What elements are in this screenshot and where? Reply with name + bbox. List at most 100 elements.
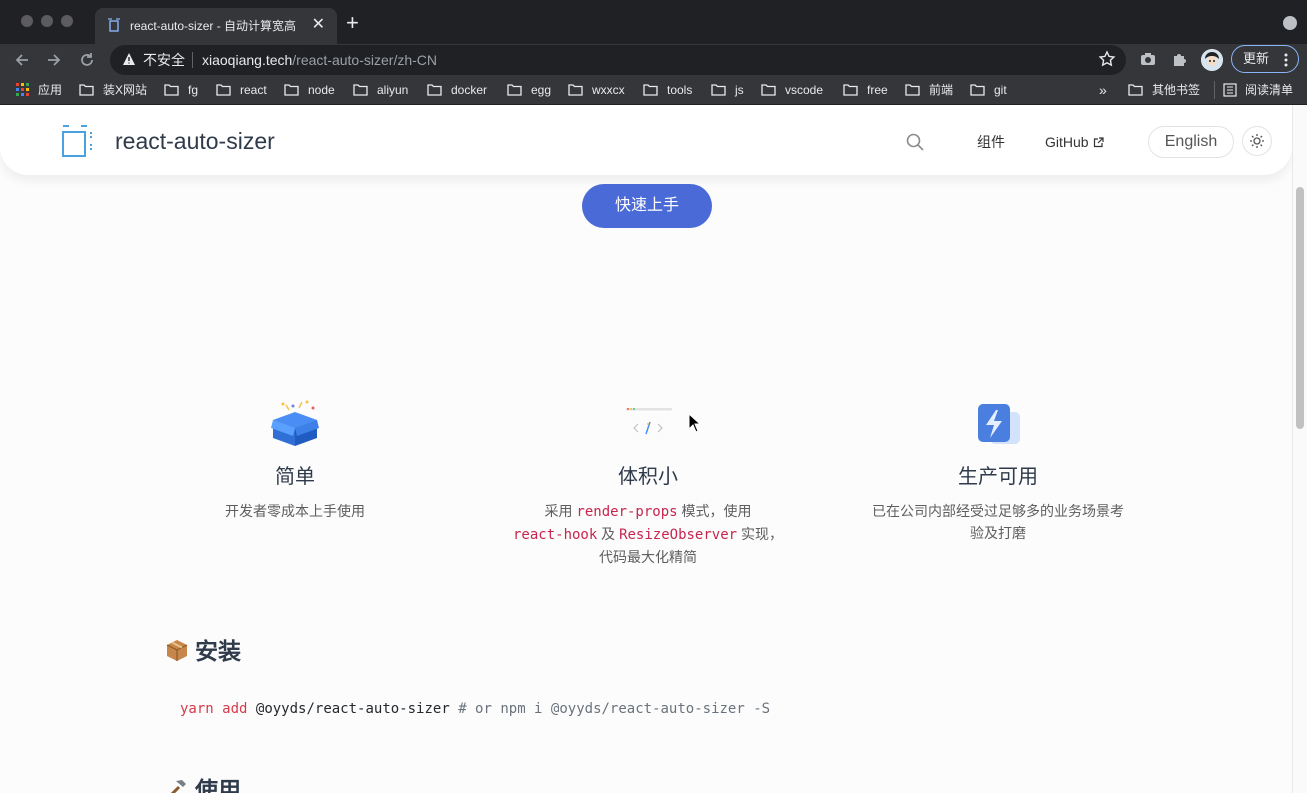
bookmark-label: free xyxy=(867,83,888,97)
install-heading-text: 安装 xyxy=(195,638,241,664)
feature-desc: 采用 render-props 模式，使用 react-hook 及 Resiz… xyxy=(508,500,788,568)
url-path: /react-auto-sizer/zh-CN xyxy=(292,52,437,68)
url-host: xiaoqiang.tech xyxy=(202,52,293,68)
page-content: react-auto-sizer 组件 GitHub English 快速上手 … xyxy=(0,105,1292,793)
page-scrollbar[interactable] xyxy=(1292,105,1307,793)
bookmark-label: 前端 xyxy=(929,83,954,97)
bookmark-label: 装X网站 xyxy=(103,83,148,97)
bookmark-label: docker xyxy=(451,83,488,97)
folder-icon xyxy=(905,84,920,96)
package-icon xyxy=(166,640,188,661)
code-window-icon xyxy=(626,408,672,435)
new-tab-button[interactable]: + xyxy=(346,12,359,34)
folder-icon xyxy=(164,84,179,96)
folder-icon xyxy=(643,84,658,96)
reload-icon[interactable] xyxy=(77,50,97,70)
address-bar[interactable]: 不安全 xiaoqiang.tech/react-auto-sizer/zh-C… xyxy=(110,45,1126,75)
update-label: 更新 xyxy=(1243,51,1270,66)
feature-desc: 已在公司内部经受过足够多的业务场景考验及打磨 xyxy=(872,503,1124,541)
bookmark-label: git xyxy=(994,83,1007,97)
avatar-icon xyxy=(1201,49,1223,71)
update-button[interactable]: 更新 xyxy=(1231,45,1299,73)
apps-grid-icon xyxy=(16,83,29,96)
bookmark-label: egg xyxy=(531,83,552,97)
theme-toggle-button[interactable] xyxy=(1242,126,1272,156)
bookmark-label: react xyxy=(240,83,267,97)
tab-close-icon[interactable]: ✕ xyxy=(312,16,325,34)
tab-title: react-auto-sizer - 自动计算宽高 xyxy=(130,19,297,33)
folder-icon xyxy=(843,84,858,96)
feature-title: 生产可用 xyxy=(958,466,1038,488)
logo-icon[interactable] xyxy=(60,123,96,159)
reading-list-icon xyxy=(1223,83,1237,97)
language-switch-button[interactable]: English xyxy=(1148,126,1234,158)
gift-box-icon xyxy=(271,400,319,446)
desc-text: 模式，使用 xyxy=(677,503,752,519)
site-title[interactable]: react-auto-sizer xyxy=(115,127,275,155)
favicon-icon xyxy=(108,18,120,32)
usage-heading-text: 使用 xyxy=(195,777,241,793)
bookmark-label: js xyxy=(735,83,744,97)
bookmark-label: aliyun xyxy=(377,83,409,97)
warning-icon xyxy=(123,53,135,65)
bookmark-label: tools xyxy=(667,83,693,97)
folder-icon xyxy=(507,84,522,96)
nav-github-link[interactable]: GitHub xyxy=(1045,133,1104,151)
install-heading: 安装 xyxy=(165,636,241,666)
bookmark-label: node xyxy=(308,83,335,97)
bookmarks-bar: 应用 装X网站 fg react node aliyun docker egg … xyxy=(0,76,1307,105)
install-command[interactable]: yarn add @oyyds/react-auto-sizer # or np… xyxy=(180,699,770,719)
lightning-icon xyxy=(978,404,1020,444)
code-keyword: add xyxy=(222,701,248,717)
extensions-icon[interactable] xyxy=(1171,50,1189,68)
mouse-cursor-icon xyxy=(688,413,702,433)
site-header: react-auto-sizer 组件 GitHub English xyxy=(0,105,1292,175)
folder-icon xyxy=(427,84,442,96)
external-link-icon xyxy=(1093,137,1104,148)
title-bar: react-auto-sizer - 自动计算宽高 ✕ + xyxy=(0,0,1307,44)
zoom-window-button[interactable] xyxy=(61,15,73,27)
folder-icon xyxy=(353,84,368,96)
search-icon[interactable] xyxy=(905,132,925,152)
folder-icon xyxy=(284,84,299,96)
back-icon[interactable] xyxy=(12,50,32,70)
feature-title: 体积小 xyxy=(618,466,678,488)
feature-small-size: 体积小 采用 render-props 模式，使用 react-hook 及 R… xyxy=(508,398,788,568)
feature-desc: 开发者零成本上手使用 xyxy=(225,503,365,519)
minimize-window-button[interactable] xyxy=(41,15,53,27)
folder-icon xyxy=(711,84,726,96)
code-keyword: yarn xyxy=(180,701,214,717)
nav-components-link[interactable]: 组件 xyxy=(977,133,1005,151)
folder-icon xyxy=(216,84,231,96)
bookmark-star-icon[interactable] xyxy=(1098,50,1116,68)
feature-title: 简单 xyxy=(275,466,315,488)
reading-list[interactable]: 阅读清单 xyxy=(1214,81,1302,99)
bookmark-label: fg xyxy=(188,83,199,97)
feature-production-ready: 生产可用 已在公司内部经受过足够多的业务场景考验及打磨 xyxy=(858,398,1138,544)
usage-heading: 使用 xyxy=(165,775,241,793)
profile-avatar[interactable] xyxy=(1201,49,1223,71)
browser-toolbar: 不安全 xiaoqiang.tech/react-auto-sizer/zh-C… xyxy=(0,44,1307,76)
more-bookmarks-button[interactable]: » xyxy=(1099,81,1107,99)
bookmark-label: vscode xyxy=(785,83,824,97)
security-label[interactable]: 不安全 xyxy=(143,51,185,69)
inline-code: react-hook xyxy=(513,527,598,543)
camera-icon[interactable] xyxy=(1139,50,1157,68)
hammer-icon xyxy=(170,780,186,793)
forward-icon[interactable] xyxy=(44,50,64,70)
url-text[interactable]: xiaoqiang.tech/react-auto-sizer/zh-CN xyxy=(202,51,437,69)
bookmark-label: 应用 xyxy=(38,83,63,97)
code-comment: # or npm i @oyyds/react-auto-sizer -S xyxy=(458,701,771,717)
folder-icon xyxy=(568,84,583,96)
tab-search-button[interactable] xyxy=(1283,16,1297,30)
reading-list-label: 阅读清单 xyxy=(1245,83,1294,97)
close-window-button[interactable] xyxy=(21,15,33,27)
sun-icon xyxy=(1250,134,1264,148)
get-started-button[interactable]: 快速上手 xyxy=(582,184,712,228)
scrollbar-thumb[interactable] xyxy=(1296,187,1304,429)
feature-simple: 简单 开发者零成本上手使用 xyxy=(155,398,435,522)
other-bookmarks[interactable]: 其他书签 xyxy=(1128,81,1208,99)
browser-tab[interactable]: react-auto-sizer - 自动计算宽高 ✕ xyxy=(95,8,337,44)
desc-text: 及 xyxy=(597,526,620,542)
omnibox-divider xyxy=(192,52,193,68)
